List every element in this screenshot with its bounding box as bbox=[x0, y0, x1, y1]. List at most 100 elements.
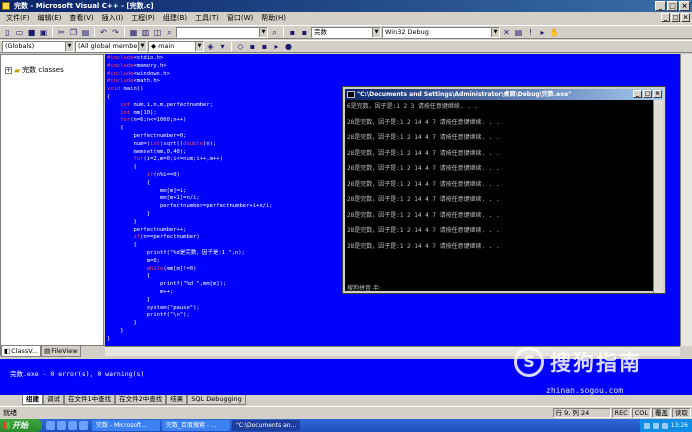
cut-icon[interactable]: ✂ bbox=[56, 27, 67, 38]
console-line: 28是完数，因子是:1 2 14 4 7 请按任意键继续. . . bbox=[347, 196, 500, 203]
platform-value: Win32 Debug bbox=[385, 27, 429, 36]
class-scope-combo[interactable]: (Globals) ▼ bbox=[2, 41, 74, 52]
compile-file-icon[interactable]: ▪ bbox=[247, 41, 258, 52]
code-line: { bbox=[107, 125, 124, 132]
console-minimize-button[interactable]: _ bbox=[633, 90, 642, 98]
undo-icon[interactable]: ↶ bbox=[98, 27, 109, 38]
go-icon[interactable]: ▸ bbox=[537, 27, 548, 38]
browser-icon[interactable] bbox=[79, 421, 88, 430]
insert-breakpoint-icon[interactable]: ✋ bbox=[549, 27, 560, 38]
execute-icon[interactable]: ! bbox=[525, 27, 536, 38]
console-window[interactable]: "C:\Documents and Settings\Administrator… bbox=[342, 86, 666, 294]
tab-debug[interactable]: 调试 bbox=[43, 395, 64, 405]
console-scrollbar[interactable] bbox=[653, 100, 663, 293]
redo-icon[interactable]: ↷ bbox=[110, 27, 121, 38]
source-code[interactable]: #include<stdio.h> #include<memory.h> #incl… bbox=[107, 55, 273, 343]
task-console[interactable]: "C:\Documents an... bbox=[232, 420, 300, 431]
media-player-icon[interactable] bbox=[57, 421, 66, 430]
wizard-menu-icon[interactable]: ▾ bbox=[217, 41, 228, 52]
save-icon[interactable]: ■ bbox=[26, 27, 37, 38]
code-line: num=(int)sqrt((double)n); bbox=[107, 140, 217, 147]
build-small-icon[interactable]: ▪ bbox=[259, 41, 270, 52]
chevron-down-icon[interactable]: ▼ bbox=[195, 42, 203, 51]
console-line: 28是完数，因子是:1 2 14 4 7 请按任意键继续. . . bbox=[347, 211, 500, 219]
tab-build[interactable]: 组建 bbox=[22, 395, 43, 405]
ime-icon[interactable] bbox=[661, 422, 668, 429]
maximize-button[interactable]: □ bbox=[667, 1, 678, 11]
code-line: printf("%d ",mm[m]); bbox=[107, 281, 227, 288]
minimize-button[interactable]: _ bbox=[655, 1, 666, 11]
chevron-down-icon[interactable]: ▼ bbox=[138, 42, 146, 51]
window-list-icon[interactable]: ◫ bbox=[152, 27, 163, 38]
tab-find-in-files-1[interactable]: 在文件1中查找 bbox=[64, 395, 116, 405]
breakpoint-small-icon[interactable]: ● bbox=[283, 41, 294, 52]
chevron-down-icon[interactable]: ▼ bbox=[65, 42, 73, 51]
menu-project[interactable]: 工程(P) bbox=[127, 12, 159, 24]
start-button[interactable]: 开始 bbox=[0, 419, 42, 432]
chevron-down-icon[interactable]: ▼ bbox=[491, 27, 499, 37]
build-icon[interactable]: ▪ bbox=[299, 27, 310, 38]
configuration-combo[interactable]: 完数 ▼ bbox=[311, 26, 381, 38]
sogou-logo: S bbox=[514, 347, 544, 377]
tab-find-in-files-2[interactable]: 在文件2中查找 bbox=[115, 395, 167, 405]
go-small-icon[interactable]: ▸ bbox=[271, 41, 282, 52]
menu-window[interactable]: 窗口(W) bbox=[223, 12, 257, 24]
close-button[interactable]: × bbox=[679, 1, 690, 11]
chevron-down-icon[interactable]: ▼ bbox=[372, 27, 380, 37]
task-visual-cpp[interactable]: 完数 - Microsoft... bbox=[92, 420, 160, 431]
new-class-icon[interactable]: ◇ bbox=[235, 41, 246, 52]
wizard-action-icon[interactable]: ◈ bbox=[205, 41, 216, 52]
copy-icon[interactable]: ❐ bbox=[68, 27, 79, 38]
editor-vertical-scrollbar[interactable] bbox=[680, 54, 692, 346]
overwrite-indicator: 覆盖 bbox=[652, 407, 671, 418]
show-desktop-icon[interactable] bbox=[68, 421, 77, 430]
code-line: } bbox=[107, 210, 151, 217]
find-combo[interactable]: ▼ bbox=[176, 26, 268, 38]
menu-help[interactable]: 帮助(H) bbox=[257, 12, 290, 24]
find-in-files-icon[interactable]: ⌕ bbox=[164, 27, 175, 38]
tree-root[interactable]: + ▰ 完数 classes bbox=[5, 65, 64, 75]
platform-combo[interactable]: Win32 Debug ▼ bbox=[382, 26, 500, 38]
mdi-close-button[interactable]: × bbox=[681, 13, 690, 22]
menu-build[interactable]: 组建(B) bbox=[159, 12, 191, 24]
tab-classview[interactable]: ◧ ClassV... bbox=[1, 346, 42, 357]
members-combo[interactable]: (All global members ▼ bbox=[75, 41, 147, 52]
tab-results[interactable]: 结果 bbox=[166, 395, 188, 405]
new-file-icon[interactable]: ▯ bbox=[2, 27, 13, 38]
menu-file[interactable]: 文件(F) bbox=[2, 12, 34, 24]
tab-sql-debugging[interactable]: SQL Debugging bbox=[187, 395, 246, 405]
code-line: for(i=2,m=0;i<=num;i++,m++) bbox=[133, 156, 223, 163]
expand-icon[interactable]: + bbox=[5, 66, 12, 74]
chevron-down-icon[interactable]: ▼ bbox=[259, 27, 267, 37]
paste-icon[interactable]: ▤ bbox=[80, 27, 91, 38]
menu-edit[interactable]: 编辑(E) bbox=[34, 12, 66, 24]
open-folder-icon[interactable]: ▭ bbox=[14, 27, 25, 38]
save-all-icon[interactable]: ▣ bbox=[38, 27, 49, 38]
network-icon[interactable] bbox=[643, 422, 650, 429]
console-title-bar[interactable]: "C:\Documents and Settings\Administrator… bbox=[345, 89, 663, 100]
function-combo[interactable]: ◆ main ▼ bbox=[148, 41, 204, 52]
volume-icon[interactable] bbox=[652, 422, 659, 429]
ime-status: 搜狗拼音 半: bbox=[347, 285, 381, 292]
function-value: main bbox=[158, 42, 175, 50]
console-maximize-button[interactable]: □ bbox=[643, 90, 652, 98]
console-close-button[interactable]: × bbox=[653, 90, 662, 98]
build-file-icon[interactable]: ▤ bbox=[513, 27, 524, 38]
menu-view[interactable]: 查看(V) bbox=[65, 12, 97, 24]
tab-fileview[interactable]: ▤ FileView bbox=[41, 346, 81, 357]
code-line: system("pause"); bbox=[107, 304, 200, 311]
mdi-minimize-button[interactable]: _ bbox=[661, 13, 670, 22]
find-icon[interactable]: ⌕ bbox=[269, 27, 280, 38]
output-icon[interactable]: ▥ bbox=[140, 27, 151, 38]
ie-icon[interactable] bbox=[46, 421, 55, 430]
menu-insert[interactable]: 插入(I) bbox=[98, 12, 128, 24]
menu-tools[interactable]: 工具(T) bbox=[191, 12, 223, 24]
task-baidu-search[interactable]: 完数_百度搜索 - ... bbox=[162, 420, 230, 431]
stop-build-icon[interactable]: ✕ bbox=[501, 27, 512, 38]
console-output: 6是完数，因子是:1 2 3 请按任意键继续. . . 28是完数，因子是:1 … bbox=[347, 103, 653, 258]
code-line: { bbox=[107, 273, 151, 280]
mdi-restore-button[interactable]: □ bbox=[671, 13, 680, 22]
compile-icon[interactable]: ▪ bbox=[287, 27, 298, 38]
workspace-icon[interactable]: ▦ bbox=[128, 27, 139, 38]
console-line: 28是完数，因子是:1 2 14 4 7 请按任意键继续. . . bbox=[347, 134, 500, 141]
